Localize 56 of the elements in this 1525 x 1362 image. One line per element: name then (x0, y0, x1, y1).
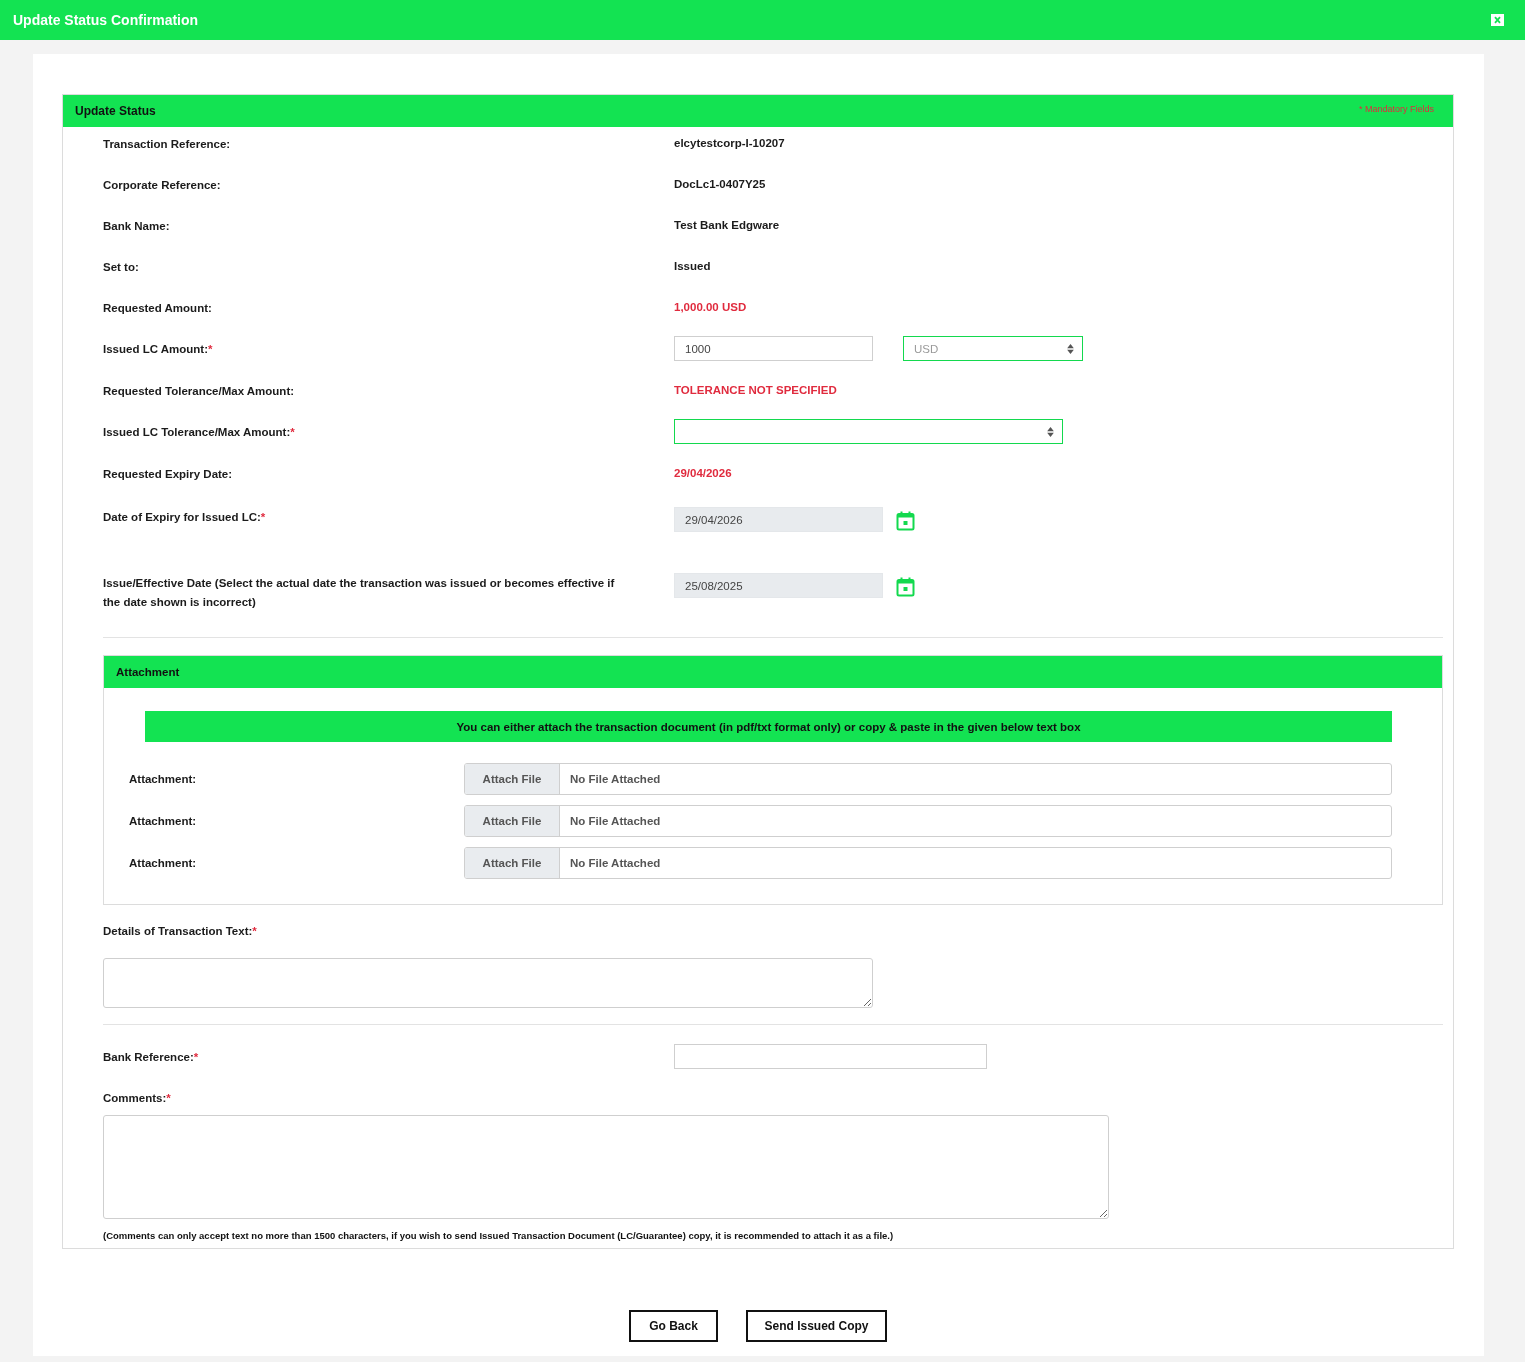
field-label: Date of Expiry for Issued LC: (103, 511, 261, 523)
close-icon[interactable] (1491, 14, 1504, 26)
required-mark: * (166, 1092, 171, 1104)
mandatory-note: * Mandatory Fields (1358, 104, 1434, 114)
action-button[interactable]: Send Issued Copy (746, 1310, 887, 1342)
required-mark: * (290, 426, 295, 438)
file-status: No File Attached (569, 856, 661, 871)
attach-file-button[interactable]: Attach File (465, 764, 560, 794)
attachment-notice: You can either attach the transaction document (in pdf/txt format only) or copy & paste in the given below text box (145, 711, 1392, 742)
field-label: Details of Transaction Text: (103, 925, 253, 937)
attachment-label: Attachment: (129, 857, 198, 869)
attach-file-button[interactable]: Attach File (465, 848, 560, 878)
date-field[interactable]: 25/08/2025 (674, 573, 883, 598)
dialog-title: Update Status Confirmation (13, 12, 199, 28)
calendar-icon[interactable] (896, 576, 915, 597)
attachment-label: Attachment: (129, 773, 198, 785)
date-field[interactable]: 29/04/2026 (674, 507, 883, 532)
required-mark: * (208, 343, 213, 355)
attachment-title: Attachment (116, 666, 180, 678)
field-label: Requested Tolerance/Max Amount: (103, 384, 295, 397)
amount-field[interactable]: 1000 (674, 336, 873, 361)
tolerance-select[interactable] (674, 419, 1063, 444)
attach-file-button[interactable]: Attach File (465, 806, 560, 836)
action-button[interactable]: Go Back (629, 1310, 718, 1342)
field-label: Bank Name: (103, 219, 170, 232)
field-value: Test Bank Edgware (674, 219, 780, 231)
comments-field[interactable] (103, 1115, 1109, 1219)
field-label: Requested Expiry Date: (103, 467, 233, 480)
sort-arrows-icon (1047, 426, 1054, 437)
bank-reference-field[interactable] (674, 1044, 987, 1069)
field-label: Requested Amount: (103, 301, 212, 314)
calendar-icon[interactable] (896, 510, 915, 531)
required-mark: * (260, 511, 266, 523)
field-value: TOLERANCE NOT SPECIFIED (674, 384, 837, 396)
sort-arrows-icon (1067, 343, 1074, 354)
field-label: Bank Reference: (103, 1051, 194, 1063)
field-label: Transaction Reference: (103, 137, 231, 150)
required-mark: * (252, 925, 257, 937)
file-status: No File Attached (569, 772, 661, 787)
field-label: Issued LC Tolerance/Max Amount: (103, 426, 291, 438)
field-value: DocLc1-0407Y25 (674, 178, 766, 190)
transaction-text-field[interactable] (103, 958, 873, 1008)
field-value: elcytestcorp-I-10207 (674, 137, 785, 149)
required-mark: * (193, 1051, 199, 1063)
field-value: 29/04/2026 (674, 467, 732, 479)
file-status: No File Attached (569, 814, 661, 829)
field-value: Issued (674, 260, 711, 272)
field-label: Issue/Effective Date (Select the actual date the transaction was issued or becomes effective if the date shown is incorrect) (103, 577, 615, 608)
field-label: Issued LC Amount: (103, 343, 208, 355)
comments-note: (Comments can only accept text no more than 1500 characters, if you wish to send Issued Transaction Document (LC/Guarantee) copy, it is recommended to attach it as a file.) (103, 1229, 895, 1243)
field-label: Corporate Reference: (103, 178, 221, 191)
attachment-label: Attachment: (129, 815, 198, 827)
field-label: Comments: (103, 1092, 167, 1104)
field-value: 1,000.00 USD (674, 301, 747, 313)
field-label: Set to: (103, 260, 139, 273)
panel-title: Update Status (75, 104, 156, 118)
